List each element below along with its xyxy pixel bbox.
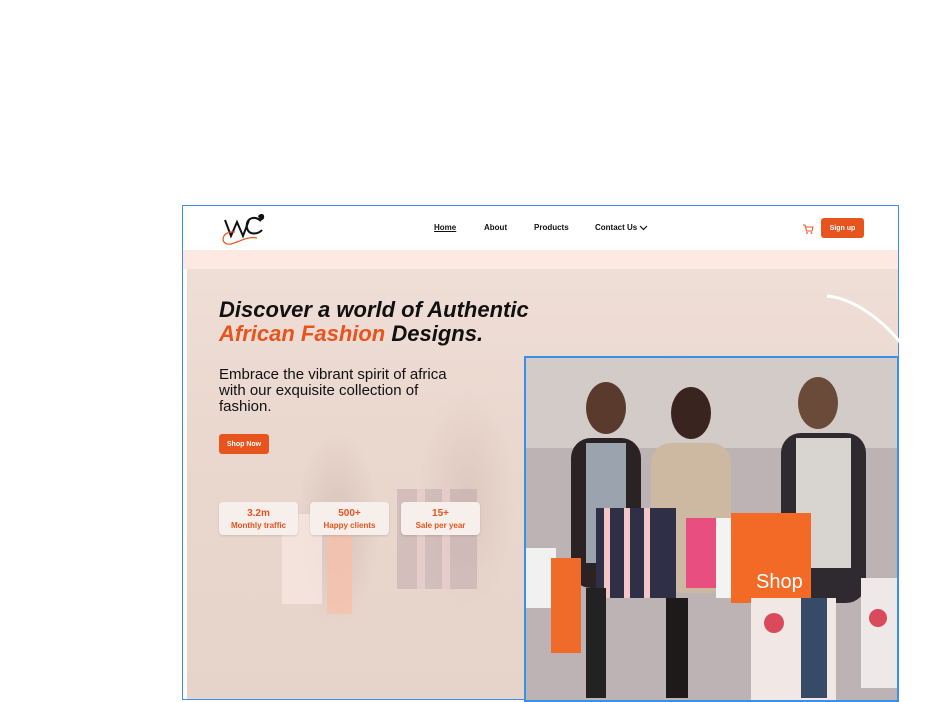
- chevron-down-icon: [639, 225, 648, 230]
- stat-label: Sale per year: [415, 520, 466, 530]
- hero-title-line1: Discover a world of Authentic: [219, 297, 529, 322]
- hero-subtitle: Embrace the vibrant spirit of africa wit…: [219, 366, 447, 415]
- nav-contact-label: Contact Us: [595, 223, 638, 232]
- hero-title-accent: African Fashion: [219, 321, 386, 346]
- shop-now-button[interactable]: Shop Now: [219, 434, 269, 454]
- stat-value: 15+: [432, 507, 449, 519]
- hero-title: Discover a world of Authentic African Fa…: [219, 298, 529, 346]
- nav-contact-link[interactable]: Contact Us: [595, 223, 648, 232]
- hero-title-line2: African Fashion Designs.: [219, 322, 529, 346]
- nav-about-link[interactable]: About: [484, 223, 507, 232]
- stat-card-traffic: 3.2m Monthly traffic: [219, 502, 298, 535]
- bag-text: Shop: [756, 571, 803, 593]
- shopping-women-photo: Shop: [526, 358, 897, 700]
- hero-title-rest: Designs.: [385, 321, 484, 346]
- decorative-swoosh: [826, 294, 906, 348]
- hero-photo[interactable]: Shop: [524, 356, 899, 702]
- header-band: [183, 250, 898, 269]
- nav-home-link[interactable]: Home: [434, 223, 456, 232]
- cart-icon[interactable]: [802, 223, 814, 235]
- stat-card-sales: 15+ Sale per year: [401, 502, 480, 535]
- stat-label: Monthly traffic: [230, 520, 287, 530]
- stat-label: Happy clients: [323, 520, 376, 530]
- stat-card-clients: 500+ Happy clients: [310, 502, 389, 535]
- stat-value: 500+: [338, 507, 361, 519]
- stat-value: 3.2m: [247, 507, 270, 519]
- brand-logo[interactable]: [217, 212, 267, 246]
- nav-products-link[interactable]: Products: [534, 223, 569, 232]
- signup-button[interactable]: Sign up: [821, 218, 864, 238]
- navbar: Home About Products Contact Us Sign up: [183, 206, 898, 250]
